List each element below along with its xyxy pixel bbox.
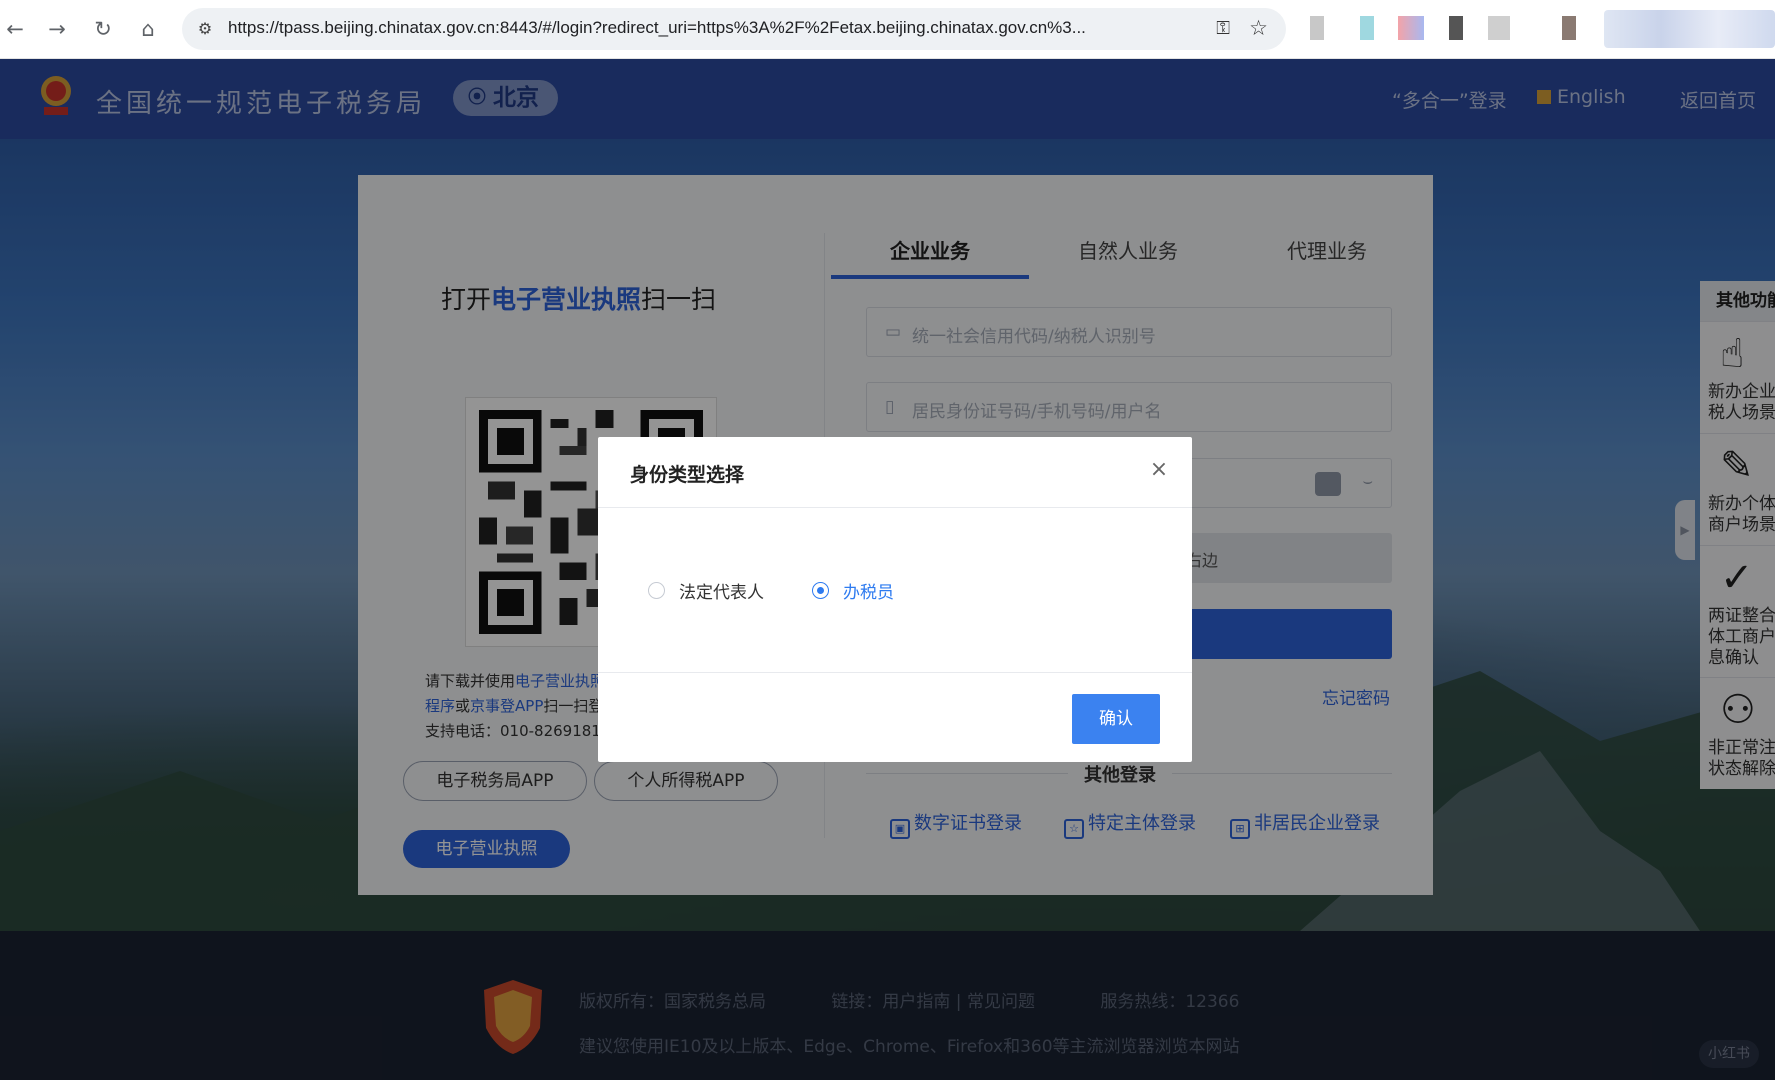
radio-tax-officer[interactable]: 办税员 [812, 579, 894, 603]
home-icon[interactable]: ⌂ [133, 14, 163, 44]
radio-label: 法定代表人 [679, 582, 764, 603]
extension-icon[interactable] [1398, 16, 1424, 40]
url-text[interactable]: https://tpass.beijing.chinatax.gov.cn:84… [228, 18, 1178, 38]
profile-area[interactable] [1604, 10, 1775, 48]
dialog-header-divider [598, 507, 1192, 508]
close-icon[interactable]: × [1146, 457, 1172, 483]
extension-icon[interactable] [1310, 16, 1324, 40]
address-bar[interactable]: ⚙ https://tpass.beijing.chinatax.gov.cn:… [182, 8, 1286, 50]
extension-icon[interactable] [1449, 16, 1463, 40]
back-icon[interactable]: ← [0, 14, 30, 44]
dialog-title: 身份类型选择 [630, 464, 745, 486]
reload-icon[interactable]: ↻ [88, 14, 118, 44]
radio-label: 办税员 [843, 582, 894, 603]
extension-icon[interactable] [1562, 16, 1576, 40]
radio-circle-selected[interactable] [812, 581, 829, 599]
browser-toolbar: ← → ↻ ⌂ ⚙ https://tpass.beijing.chinatax… [0, 0, 1775, 59]
radio-legal-representative[interactable]: 法定代表人 [648, 579, 764, 603]
key-icon[interactable]: ⚿ [1216, 18, 1230, 39]
dialog-footer-divider [598, 672, 1192, 673]
extension-icon[interactable] [1360, 16, 1374, 40]
identity-type-dialog: 身份类型选择 × 法定代表人 办税员 确认 [598, 437, 1192, 762]
site-settings-icon[interactable]: ⚙ [194, 18, 216, 40]
confirm-button[interactable]: 确认 [1072, 694, 1160, 744]
extension-icon[interactable] [1488, 16, 1510, 40]
radio-circle[interactable] [648, 581, 665, 599]
forward-icon[interactable]: → [42, 14, 72, 44]
bookmark-star-icon[interactable]: ☆ [1249, 16, 1268, 40]
